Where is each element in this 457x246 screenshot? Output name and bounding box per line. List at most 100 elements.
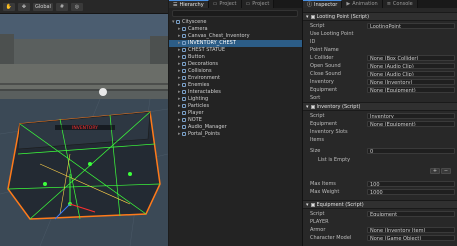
hierarchy-search-input[interactable] [172, 10, 298, 17]
hierarchy-item[interactable]: ▸ Button [169, 54, 302, 61]
component-enabled-checkbox[interactable] [310, 104, 315, 109]
hierarchy-item-label: Cityscene [182, 19, 207, 25]
gameobject-icon [182, 103, 186, 108]
scene-toolbar: ✋ ✥ Global # ◎ [0, 0, 168, 14]
property-value-field[interactable] [367, 137, 455, 143]
tab-inspector[interactable]: ⓘ Inspector [303, 0, 343, 8]
expand-arrow-icon: ▾ [306, 13, 309, 20]
property-value-field[interactable] [367, 219, 455, 225]
gameobject-icon [182, 82, 186, 87]
hierarchy-item[interactable]: ▸ NOTE [169, 117, 302, 124]
hierarchy-item[interactable]: ▸ Canvas_Chest_Inventory [169, 33, 302, 40]
property-value-field[interactable]: 100 [367, 180, 455, 187]
hand-tool-icon[interactable]: ✋ [3, 2, 15, 11]
property-value-field[interactable]: None (Inventory) [367, 78, 455, 85]
hierarchy-item-label: CHEST STATUE [188, 47, 225, 53]
property-label: L Collider [310, 54, 334, 61]
component-enabled-checkbox[interactable] [310, 202, 315, 207]
gameobject-icon [182, 75, 186, 80]
gameobject-icon [182, 26, 186, 31]
scene-canvas[interactable]: INVENTORY [0, 14, 168, 246]
inventory-chest-object[interactable]: INVENTORY [7, 111, 161, 220]
property-label: Sort [310, 94, 321, 101]
tab-project-2[interactable]: ▭ Project [241, 0, 275, 8]
camera-icon[interactable]: ◎ [70, 2, 83, 11]
hierarchy-item-label: Interactables [188, 89, 221, 95]
property-row: ID [310, 38, 455, 45]
property-value-field[interactable]: None (Game Object) [367, 234, 455, 241]
property-value-field[interactable]: Equipment [367, 210, 455, 217]
property-label: PLAYER [310, 218, 329, 225]
tab-hierarchy[interactable]: ☰ Hierarchy [169, 0, 209, 8]
property-value-field[interactable]: None (Equipment) [367, 86, 455, 93]
hierarchy-item[interactable]: ▸ Environment [169, 75, 302, 82]
hierarchy-item[interactable]: ▸ Collisions [169, 68, 302, 75]
light-gizmo-icon[interactable] [99, 88, 107, 96]
hierarchy-item-label: Decorations [188, 61, 219, 67]
equipment-script-header[interactable]: ▾ Equipment (Script) [303, 200, 457, 209]
hierarchy-item[interactable]: ▸ INVENTORY_CHEST [169, 40, 302, 47]
property-value-field[interactable]: None (Audio Clip) [367, 62, 455, 69]
property-value-field[interactable]: LootingPoint [367, 22, 455, 29]
property-label: Equipment [310, 120, 338, 127]
hierarchy-item-label: Portal_Points [188, 131, 220, 137]
property-value-field[interactable]: 1000 [367, 188, 455, 195]
property-row: Equipment None (Equipment) [310, 120, 455, 127]
property-row: PLAYER [310, 218, 455, 225]
scene-view[interactable]: ✋ ✥ Global # ◎ INVENTORY [0, 0, 168, 246]
gameobject-icon [182, 40, 186, 45]
hierarchy-item[interactable]: ▸ Audio_Manager [169, 124, 302, 131]
hierarchy-item[interactable]: ▸ Player [169, 110, 302, 117]
property-label: Inventory Slots [310, 128, 348, 135]
gameobject-icon [182, 61, 186, 66]
property-label: ID [310, 38, 316, 45]
hierarchy-item[interactable]: ▾ Cityscene [169, 19, 302, 26]
remove-item-button[interactable]: − [441, 168, 451, 174]
property-value-field[interactable]: None (Audio Clip) [367, 70, 455, 77]
inventory-script-header[interactable]: ▾ Inventory (Script) [303, 102, 457, 111]
gameobject-icon [182, 89, 186, 94]
property-value-field[interactable] [367, 47, 455, 53]
property-label: Equipment [310, 86, 338, 93]
property-row: Script LootingPoint [310, 22, 455, 29]
grid-icon[interactable]: # [55, 2, 68, 11]
hierarchy-item[interactable]: ▸ Decorations [169, 61, 302, 68]
property-row: Script Inventory [310, 112, 455, 119]
property-value-field[interactable]: None (Inventory Item) [367, 226, 455, 233]
hierarchy-item-label: Camera [188, 26, 208, 32]
property-label: Armor [310, 226, 326, 233]
hierarchy-item[interactable]: ▸ Particles [169, 103, 302, 110]
tab-project[interactable]: ▭ Project [208, 0, 242, 8]
gameobject-icon [182, 131, 186, 136]
property-row: Character Model None (Game Object) [310, 234, 455, 241]
tab-animation[interactable]: ▶ Animation [342, 0, 383, 8]
gameobject-icon [182, 47, 186, 52]
hierarchy-item[interactable]: ▸ Portal_Points [169, 131, 302, 138]
hierarchy-item[interactable]: ▸ Enemies [169, 82, 302, 89]
property-value-field[interactable] [367, 129, 455, 135]
add-item-button[interactable]: + [430, 168, 440, 174]
property-label: Script [310, 210, 325, 217]
hierarchy-item-label: Audio_Manager [188, 124, 227, 130]
property-row: Point Name [310, 46, 455, 53]
tool-handle-dropdown[interactable]: Global [33, 2, 53, 11]
component-enabled-checkbox[interactable] [310, 14, 315, 19]
hierarchy-item[interactable]: ▸ Camera [169, 26, 302, 33]
hierarchy-item-label: Enemies [188, 82, 210, 88]
gameobject-icon [176, 19, 180, 24]
property-value-field[interactable] [367, 39, 455, 45]
hierarchy-item[interactable]: ▸ Lighting [169, 96, 302, 103]
property-value-field[interactable]: Inventory [367, 112, 455, 119]
property-value-field[interactable] [367, 31, 455, 37]
tab-console[interactable]: ≡ Console [382, 0, 418, 8]
gameobject-icon [182, 96, 186, 101]
property-value-field[interactable]: None (Equipment) [367, 120, 455, 127]
property-row: Armor None (Inventory Item) [310, 226, 455, 233]
expand-arrow-icon: ▾ [306, 103, 309, 110]
move-tool-icon[interactable]: ✥ [18, 2, 30, 11]
property-value-field[interactable]: None (Box Collider) [367, 54, 455, 61]
looting-point-header[interactable]: ▾ Looting Point (Script) [303, 12, 457, 21]
hierarchy-item[interactable]: ▸ CHEST STATUE [169, 47, 302, 54]
property-value-field[interactable] [367, 95, 455, 101]
hierarchy-item[interactable]: ▸ Interactables [169, 89, 302, 96]
